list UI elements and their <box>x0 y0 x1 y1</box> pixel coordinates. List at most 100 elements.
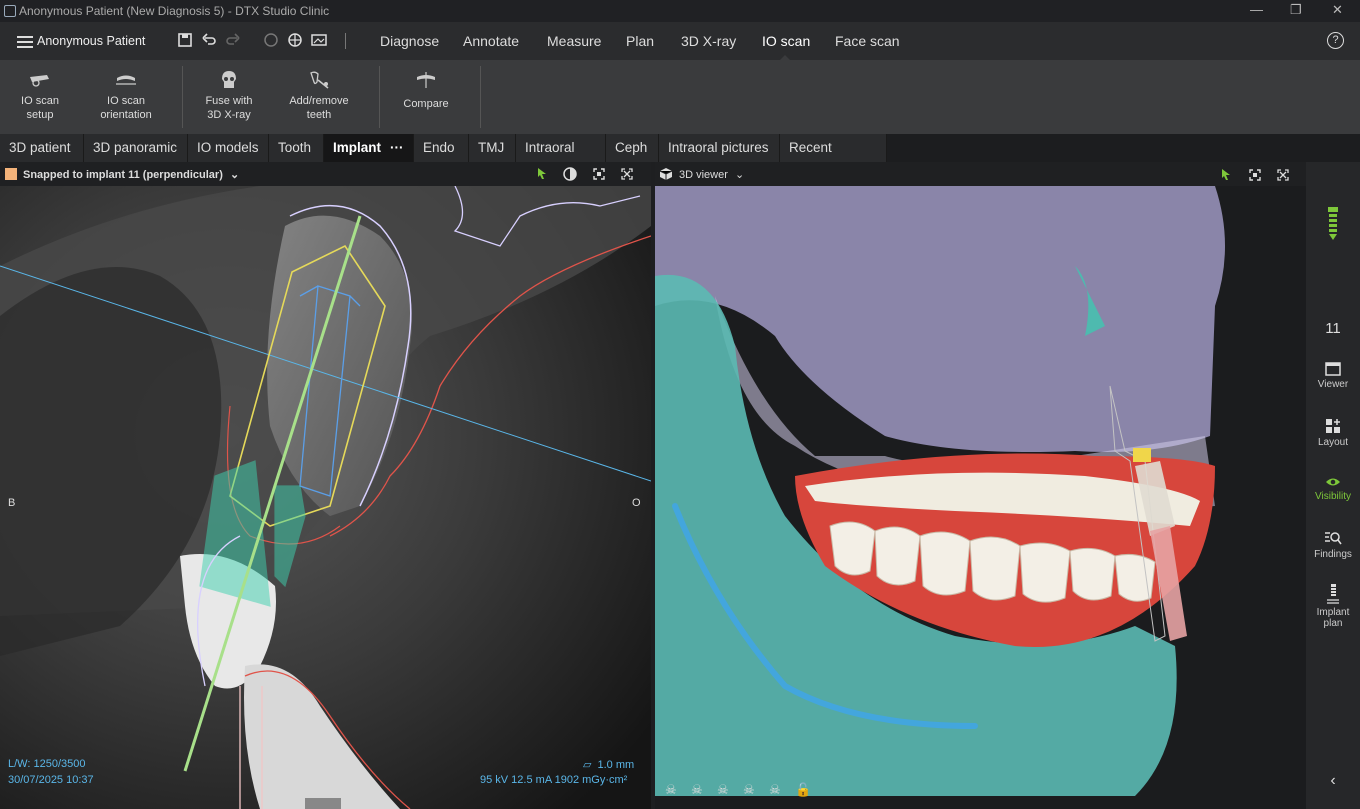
jaw-orientation-icon <box>116 75 136 85</box>
help-icon[interactable]: ? <box>1327 32 1344 49</box>
target-icon[interactable] <box>287 32 303 53</box>
3d-model-render <box>655 186 1306 796</box>
viewer-button[interactable]: Viewer <box>1306 362 1360 390</box>
title-bar: Anonymous Patient (New Diagnosis 5) - DT… <box>0 0 1360 22</box>
io-scan-setup-label: IO scan setup <box>21 95 59 121</box>
3d-viewer-header: 3D viewer ⌄ <box>655 162 1306 186</box>
view-tab-endo[interactable]: Endo <box>414 134 469 162</box>
tab-3d-xray[interactable]: 3D X-ray <box>681 33 736 49</box>
view-tabs: 3D patient 3D panoramic IO models Tooth … <box>0 134 1360 183</box>
menu-icon[interactable] <box>17 35 33 48</box>
view-tab-ceph[interactable]: Ceph <box>606 134 659 162</box>
tab-annotate[interactable]: Annotate <box>463 33 519 49</box>
redo-icon[interactable] <box>226 32 240 51</box>
skull-bone-icon[interactable]: ☠ <box>769 782 781 798</box>
skull-outline-icon[interactable]: ☠ <box>691 782 703 798</box>
tab-face-scan[interactable]: Face scan <box>835 33 900 49</box>
implant-plan-label: Implant plan <box>1316 607 1350 629</box>
chevron-down-icon: ⌄ <box>229 169 240 181</box>
visibility-button[interactable]: Visibility <box>1306 476 1360 502</box>
compare-button[interactable]: Compare <box>396 60 456 134</box>
view-tab-tooth[interactable]: Tooth <box>269 134 324 162</box>
minimize-button[interactable]: — <box>1250 2 1263 17</box>
restore-button[interactable]: ❐ <box>1290 2 1302 18</box>
tab-plan[interactable]: Plan <box>626 33 654 49</box>
findings-icon <box>1325 532 1342 545</box>
eye-icon <box>1326 478 1340 486</box>
window-title: Anonymous Patient (New Diagnosis 5) - DT… <box>19 4 330 18</box>
skull-icon <box>222 71 236 88</box>
view-color-swatch <box>5 168 17 180</box>
view-mode-label: Snapped to implant 11 (perpendicular) <box>23 169 223 181</box>
unlock-icon[interactable]: 🔓 <box>795 782 811 798</box>
collapse-sidebar-icon[interactable]: ‹ <box>1306 772 1360 790</box>
skull-front-icon[interactable]: ☠ <box>665 782 677 798</box>
skull-side-icon[interactable]: ☠ <box>717 782 729 798</box>
maximize-view-icon[interactable] <box>1277 169 1289 184</box>
add-remove-teeth-button[interactable]: Add/remove teeth <box>283 60 355 134</box>
toolbar-separator <box>182 66 183 128</box>
tab-diagnose[interactable]: Diagnose <box>380 33 439 49</box>
view-tab-3d-panoramic[interactable]: 3D panoramic <box>84 134 188 162</box>
io-scan-orientation-button[interactable]: IO scan orientation <box>94 60 158 134</box>
3d-viewer-dropdown[interactable]: 3D viewer ⌄ <box>679 168 744 181</box>
view-tab-implant[interactable]: Implant ··· <box>324 134 414 162</box>
scanner-icon <box>30 75 49 87</box>
io-scan-orientation-label: IO scan orientation <box>100 95 152 121</box>
fit-view-icon[interactable] <box>1249 169 1261 184</box>
add-remove-teeth-label: Add/remove teeth <box>289 95 349 121</box>
compare-label: Compare <box>403 98 449 110</box>
segment-icon[interactable] <box>263 32 279 53</box>
implant-selector[interactable] <box>1306 207 1360 244</box>
implant-plan-button[interactable]: Implant plan <box>1306 584 1360 629</box>
cube-icon <box>659 167 673 184</box>
maximize-view-icon[interactable] <box>621 168 633 183</box>
viewer-icon <box>1325 362 1341 376</box>
implant-plan-icon <box>1327 584 1339 604</box>
implant-number: 11 <box>1325 320 1341 337</box>
pointer-tool-icon[interactable] <box>537 167 547 183</box>
view-tab-io-models[interactable]: IO models <box>188 134 269 162</box>
3d-viewer-title: 3D viewer <box>679 169 728 181</box>
implant-icon <box>1328 207 1338 240</box>
view-mode-dropdown[interactable]: Snapped to implant 11 (perpendicular) ⌄ <box>23 168 239 181</box>
tab-io-scan[interactable]: IO scan <box>762 33 810 49</box>
tab-measure[interactable]: Measure <box>547 33 601 49</box>
close-button[interactable]: ✕ <box>1332 2 1343 18</box>
cross-section-header: Snapped to implant 11 (perpendicular) ⌄ <box>0 162 651 186</box>
layout-button[interactable]: Layout <box>1306 418 1360 448</box>
undo-icon[interactable] <box>202 32 216 51</box>
side-label-oral: O <box>632 497 641 509</box>
chevron-down-icon: ⌄ <box>734 169 745 181</box>
ct-cross-section-image <box>0 186 651 809</box>
findings-button[interactable]: Findings <box>1306 530 1360 560</box>
view-tab-intraoral-pictures[interactable]: Intraoral pictures <box>659 134 780 162</box>
exposure-readout: 95 kV 12.5 mA 1902 mGy·cm² <box>480 774 628 786</box>
contrast-icon[interactable] <box>563 167 577 184</box>
slice-thickness-value: 1.0 mm <box>597 759 635 771</box>
toolbar-separator <box>480 66 481 128</box>
tooth-edit-icon <box>310 71 329 89</box>
view-tab-3d-patient[interactable]: 3D patient <box>0 134 84 162</box>
nav-divider <box>345 33 346 49</box>
view-tab-recent-images[interactable]: Recent images <box>780 134 887 183</box>
right-sidebar: 11 Viewer Layout Visibility Findings Imp… <box>1306 162 1360 809</box>
slice-thickness-icon: ⏥ <box>583 759 592 771</box>
pointer-tool-icon[interactable] <box>1221 168 1231 184</box>
save-icon[interactable] <box>178 33 192 52</box>
patient-name[interactable]: Anonymous Patient <box>37 34 145 48</box>
cross-section-viewport[interactable]: Snapped to implant 11 (perpendicular) ⌄ <box>0 162 651 809</box>
screenshot-icon[interactable] <box>311 32 327 53</box>
fuse-with-3d-xray-button[interactable]: Fuse with 3D X-ray <box>199 60 259 134</box>
3d-viewer-viewport[interactable]: 3D viewer ⌄ ☠ ☠ ☠ ☠ ☠ 🔓 <box>655 162 1306 809</box>
app-logo-icon <box>4 5 16 17</box>
io-scan-setup-button[interactable]: IO scan setup <box>10 60 70 134</box>
visibility-preset-bar: ☠ ☠ ☠ ☠ ☠ 🔓 <box>665 782 825 802</box>
view-tab-intraoral-rx[interactable]: Intraoral RX <box>516 134 606 183</box>
view-tab-tmj[interactable]: TMJ <box>469 134 516 162</box>
level-width-readout: L/W: 1250/3500 <box>8 758 86 770</box>
more-options-icon[interactable]: ··· <box>390 134 404 162</box>
skull-soft-tissue-icon[interactable]: ☠ <box>743 782 755 798</box>
fuse-with-3d-xray-label: Fuse with 3D X-ray <box>205 95 253 121</box>
fit-view-icon[interactable] <box>593 168 605 183</box>
